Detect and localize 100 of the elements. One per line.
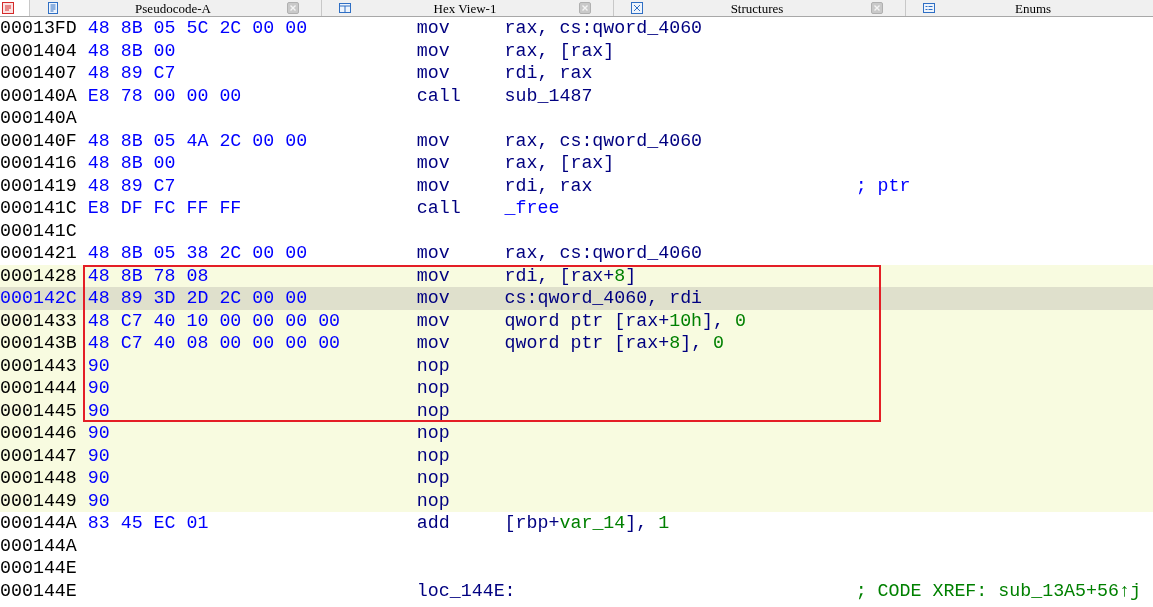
mnemonic-text: mov bbox=[416, 332, 451, 355]
highlighted-row[interactable]: 0001428 48 8B 78 08 mov rdi, [rax+8] bbox=[0, 264, 1153, 287]
tab-label: Hex View-1 bbox=[432, 0, 498, 16]
mnemonic-text: mov bbox=[416, 39, 451, 62]
operand-text: _free bbox=[504, 197, 561, 220]
operand-text: rax, [rax] bbox=[504, 152, 616, 175]
mnemonic-text: nop bbox=[416, 354, 451, 377]
mnemonic-text: nop bbox=[416, 467, 451, 490]
mnemonic-text: mov bbox=[416, 152, 451, 175]
mnemonic-text: nop bbox=[416, 489, 451, 512]
document-icon bbox=[47, 2, 59, 14]
mnemonic-text: add bbox=[416, 512, 451, 535]
highlighted-row[interactable]: 0001448 90 nop bbox=[0, 467, 1153, 490]
operand-text: cs:qword_4060, rdi bbox=[504, 287, 704, 310]
address-text: 000140A bbox=[0, 84, 78, 107]
operand-text: rax, cs:qword_4060 bbox=[504, 242, 704, 265]
address-text: 000142C bbox=[0, 287, 78, 310]
address-text: 0001404 bbox=[0, 39, 78, 62]
address-text: 0001433 bbox=[0, 309, 78, 332]
bytes-text: 83 45 EC 01 bbox=[87, 512, 210, 535]
highlighted-row[interactable]: 0001444 90 nop bbox=[0, 377, 1153, 400]
mnemonic-text: call bbox=[416, 84, 462, 107]
address-text: 0001445 bbox=[0, 399, 78, 422]
view-tab[interactable] bbox=[0, 0, 30, 16]
window-icon bbox=[339, 2, 351, 14]
comment-text: ; CODE XREF: sub_13A5+56↑j bbox=[855, 579, 1142, 602]
highlighted-row[interactable]: 0001446 90 nop bbox=[0, 422, 1153, 445]
address-text: 000140A bbox=[0, 107, 78, 130]
label-text: loc_144E: bbox=[416, 579, 517, 602]
bytes-text: E8 DF FC FF FF bbox=[87, 197, 243, 220]
bytes-text: 48 8B 78 08 bbox=[87, 264, 210, 287]
close-icon[interactable] bbox=[287, 2, 299, 14]
address-text: 000144A bbox=[0, 534, 78, 557]
operand-text: qword ptr [rax+8], 0 bbox=[504, 332, 726, 355]
close-icon[interactable] bbox=[871, 2, 883, 14]
mnemonic-text: mov bbox=[416, 62, 451, 85]
address-text: 000141C bbox=[0, 219, 78, 242]
bytes-text: 90 bbox=[87, 354, 111, 377]
highlighted-row[interactable]: 000143B 48 C7 40 08 00 00 00 00 mov qword ptr [rax+8], 0 bbox=[0, 332, 1153, 355]
operand-text: rdi, rax bbox=[504, 62, 594, 85]
highlighted-row[interactable]: 0001433 48 C7 40 10 00 00 00 00 mov qword ptr [rax+10h], 0 bbox=[0, 309, 1153, 332]
address-text: 0001443 bbox=[0, 354, 78, 377]
bytes-text: 90 bbox=[87, 422, 111, 445]
bytes-text: 90 bbox=[87, 377, 111, 400]
mnemonic-text: nop bbox=[416, 444, 451, 467]
mnemonic-text: mov bbox=[416, 17, 451, 40]
address-text: 0001428 bbox=[0, 264, 78, 287]
address-text: 0001444 bbox=[0, 377, 78, 400]
selected-row[interactable]: 000142C 48 89 3D 2D 2C 00 00 mov cs:qword_4060, rdi bbox=[0, 287, 1153, 310]
bytes-text: 90 bbox=[87, 399, 111, 422]
address-text: 0001416 bbox=[0, 152, 78, 175]
mnemonic-text: nop bbox=[416, 422, 451, 445]
mnemonic-text: mov bbox=[416, 174, 451, 197]
bytes-text: 48 8B 00 bbox=[87, 39, 177, 62]
bytes-text: 48 89 3D 2D 2C 00 00 bbox=[87, 287, 309, 310]
address-text: 0001449 bbox=[0, 489, 78, 512]
bytes-text: 48 8B 00 bbox=[87, 152, 177, 175]
address-text: 0001448 bbox=[0, 467, 78, 490]
bytes-text: 48 89 C7 bbox=[87, 174, 177, 197]
listing-icon bbox=[2, 2, 14, 14]
mnemonic-text: nop bbox=[416, 377, 451, 400]
address-text: 000144E bbox=[0, 557, 78, 580]
crossed-box-icon bbox=[631, 2, 643, 14]
mnemonic-text: mov bbox=[416, 264, 451, 287]
bytes-text: 90 bbox=[87, 444, 111, 467]
operand-text: rax, cs:qword_4060 bbox=[504, 17, 704, 40]
address-text: 000141C bbox=[0, 197, 78, 220]
operand-text: [rbp+var_14], 1 bbox=[504, 512, 671, 535]
operand-text: qword ptr [rax+10h], 0 bbox=[504, 309, 747, 332]
bytes-text: 48 8B 05 4A 2C 00 00 bbox=[87, 129, 309, 152]
tab-label: Enums bbox=[1013, 0, 1053, 16]
address-text: 0001421 bbox=[0, 242, 78, 265]
list-icon bbox=[923, 2, 935, 14]
address-text: 0001447 bbox=[0, 444, 78, 467]
address-text: 0001407 bbox=[0, 62, 78, 85]
operand-text: rax, cs:qword_4060 bbox=[504, 129, 704, 152]
mnemonic-text: nop bbox=[416, 399, 451, 422]
tab-label: Structures bbox=[729, 0, 785, 16]
operand-text: rdi, [rax+8] bbox=[504, 264, 638, 287]
mnemonic-text: mov bbox=[416, 242, 451, 265]
operand-text: rax, [rax] bbox=[504, 39, 616, 62]
bytes-text: 48 8B 05 5C 2C 00 00 bbox=[87, 17, 309, 40]
address-text: 000144E bbox=[0, 579, 78, 602]
close-icon[interactable] bbox=[579, 2, 591, 14]
operand-text: sub_1487 bbox=[504, 84, 594, 107]
mnemonic-text: mov bbox=[416, 309, 451, 332]
bytes-text: 48 8B 05 38 2C 00 00 bbox=[87, 242, 309, 265]
address-text: 000143B bbox=[0, 332, 78, 355]
highlighted-row[interactable]: 0001449 90 nop bbox=[0, 489, 1153, 512]
mnemonic-text: mov bbox=[416, 287, 451, 310]
tab-label: Pseudocode-A bbox=[134, 0, 212, 16]
address-text: 00013FD bbox=[0, 17, 78, 40]
bytes-text: 48 C7 40 10 00 00 00 00 bbox=[87, 309, 342, 332]
address-text: 0001446 bbox=[0, 422, 78, 445]
highlighted-row[interactable]: 0001443 90 nop bbox=[0, 354, 1153, 377]
mnemonic-text: mov bbox=[416, 129, 451, 152]
bytes-text: 90 bbox=[87, 489, 111, 512]
highlighted-row[interactable]: 0001447 90 nop bbox=[0, 444, 1153, 467]
address-text: 000140F bbox=[0, 129, 78, 152]
bytes-text: E8 78 00 00 00 bbox=[87, 84, 243, 107]
